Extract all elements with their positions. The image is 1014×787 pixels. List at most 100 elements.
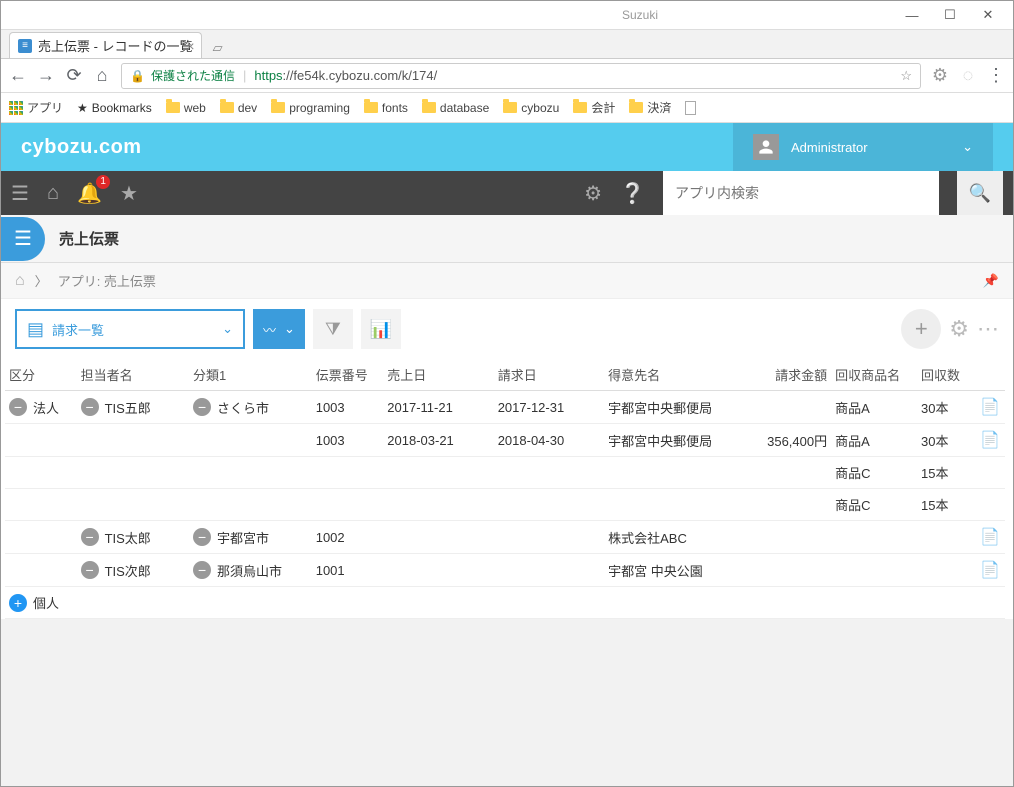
settings-gear-icon[interactable]: ⚙ [584, 181, 602, 206]
table-row: −TIS太郎 −宇都宮市 1002 株式会社ABC 📄 [5, 521, 1005, 554]
more-icon[interactable]: ⋯ [977, 316, 999, 342]
collapse-icon[interactable]: − [81, 398, 99, 416]
cell-cust: 株式会社ABC [604, 521, 737, 554]
tab-close-icon[interactable]: × [186, 38, 194, 54]
funnel-icon: ⧩ [325, 319, 341, 340]
chart-button[interactable]: 📊 [361, 309, 401, 349]
collapse-icon[interactable]: − [193, 528, 211, 546]
breadcrumb-text: アプリ: 売上伝票 [58, 271, 156, 290]
th-amount[interactable]: 請求金額 [737, 359, 831, 391]
bookmark-item[interactable]: web [166, 101, 206, 115]
bookmark-item[interactable]: cybozu [503, 101, 559, 115]
app-settings-icon[interactable]: ⚙ [949, 316, 969, 342]
detail-icon[interactable]: 📄 [980, 432, 1000, 449]
bookmarks-folder[interactable]: ★ Bookmarks [77, 101, 152, 115]
cell-bill: 2018-04-30 [494, 424, 604, 457]
collapse-icon[interactable]: − [81, 528, 99, 546]
portal-home-icon[interactable]: ⌂ [47, 182, 59, 205]
plus-icon: + [915, 316, 928, 342]
th-sale[interactable]: 売上日 [383, 359, 493, 391]
graph-button[interactable]: 〰 ⌄ [253, 309, 305, 349]
browser-tab[interactable]: 売上伝票 - レコードの一覧 × [9, 32, 202, 58]
help-icon[interactable]: ❔ [620, 181, 645, 206]
browser-tabstrip: 売上伝票 - レコードの一覧 × ▱ [1, 29, 1013, 59]
bookmarks-bar: アプリ ★ Bookmarks web dev programing fonts… [1, 93, 1013, 123]
bookmark-item[interactable]: 決済 [629, 99, 671, 116]
cell-bill [494, 457, 604, 489]
cell-bill [494, 554, 604, 587]
bookmark-item[interactable]: database [422, 101, 489, 115]
search-input[interactable] [675, 185, 939, 201]
bookmark-item[interactable]: dev [220, 101, 257, 115]
collapse-icon[interactable]: − [193, 398, 211, 416]
app-icon: ☰ [1, 217, 45, 261]
collapse-icon[interactable]: − [193, 561, 211, 579]
apps-button[interactable]: アプリ [9, 99, 63, 116]
chevron-down-icon: ⌄ [284, 321, 295, 337]
bookmark-item[interactable]: 会計 [573, 99, 615, 116]
cell-item: 商品A [831, 391, 917, 424]
view-name: 請求一覧 [52, 320, 104, 339]
cell-sale [383, 521, 493, 554]
detail-icon[interactable]: 📄 [980, 529, 1000, 546]
table-row: −TIS次郎 −那須烏山市 1001 宇都宮 中央公園 📄 [5, 554, 1005, 587]
bookmark-page[interactable] [685, 101, 696, 115]
collapse-icon[interactable]: − [81, 561, 99, 579]
view-selector[interactable]: ▤ 請求一覧 ⌄ [15, 309, 245, 349]
user-menu[interactable]: Administrator ⌄ [733, 123, 993, 171]
add-record-button[interactable]: + [901, 309, 941, 349]
address-bar: ← → ⟳ ⌂ 🔒 保護された通信 | https://fe54k.cybozu… [1, 59, 1013, 93]
url-field[interactable]: 🔒 保護された通信 | https://fe54k.cybozu.com/k/1… [121, 63, 921, 89]
class1-value: 那須烏山市 [217, 561, 282, 580]
back-icon[interactable]: ← [9, 65, 27, 86]
extension-icon[interactable]: ⚙ [931, 65, 949, 86]
cell-amount [737, 457, 831, 489]
th-kubun[interactable]: 区分 [5, 359, 77, 391]
th-person[interactable]: 担当者名 [77, 359, 189, 391]
window-close-button[interactable]: ✕ [969, 4, 1007, 26]
window-minimize-button[interactable]: — [893, 4, 931, 26]
detail-icon[interactable]: 📄 [980, 562, 1000, 579]
favorite-star-icon[interactable]: ★ [120, 181, 138, 206]
cell-sale [383, 489, 493, 521]
expand-icon[interactable]: + [9, 594, 27, 612]
folder-icon [503, 102, 517, 113]
menu-icon[interactable]: ⋮ [987, 65, 1005, 86]
bookmark-item[interactable]: fonts [364, 101, 408, 115]
breadcrumb-home-icon[interactable]: ⌂ [15, 272, 25, 290]
th-cust[interactable]: 得意先名 [604, 359, 737, 391]
cell-qty: 30本 [917, 391, 976, 424]
th-bill[interactable]: 請求日 [494, 359, 604, 391]
th-class1[interactable]: 分類1 [189, 359, 312, 391]
bookmark-item[interactable]: programing [271, 101, 350, 115]
menu-hamburger-icon[interactable]: ☰ [11, 181, 29, 206]
kubun-value: 個人 [33, 593, 59, 612]
table-row: 商品C 15本 [5, 489, 1005, 521]
window-maximize-button[interactable]: ☐ [931, 4, 969, 26]
th-no[interactable]: 伝票番号 [312, 359, 384, 391]
th-item[interactable]: 回収商品名 [831, 359, 917, 391]
home-icon[interactable]: ⌂ [93, 65, 111, 86]
collapse-icon[interactable]: − [9, 398, 27, 416]
pin-icon[interactable]: 📌 [983, 273, 999, 289]
profile-icon[interactable]: ◌ [959, 65, 977, 86]
th-qty[interactable]: 回収数 [917, 359, 976, 391]
person-value: TIS次郎 [105, 561, 151, 580]
reload-icon[interactable]: ⟳ [65, 65, 83, 86]
new-tab-button[interactable]: ▱ [206, 38, 230, 58]
detail-icon[interactable]: 📄 [980, 399, 1000, 416]
class1-value: さくら市 [217, 398, 269, 417]
search-button[interactable]: 🔍 [957, 171, 1003, 215]
cell-cust: 宇都宮 中央公園 [604, 554, 737, 587]
bookmark-star-icon[interactable]: ☆ [900, 68, 912, 84]
cell-no: 1002 [312, 521, 384, 554]
cell-no [312, 489, 384, 521]
cybozu-logo[interactable]: cybozu.com [21, 136, 142, 159]
cell-amount: 356,400円 [737, 424, 831, 457]
notification-bell-icon[interactable]: 🔔1 [77, 181, 102, 206]
forward-icon[interactable]: → [37, 65, 55, 86]
group-row: + 個人 [5, 587, 1005, 619]
table-row: 1003 2018-03-21 2018-04-30 宇都宮中央郵便局 356,… [5, 424, 1005, 457]
filter-button[interactable]: ⧩ [313, 309, 353, 349]
folder-icon [629, 102, 643, 113]
